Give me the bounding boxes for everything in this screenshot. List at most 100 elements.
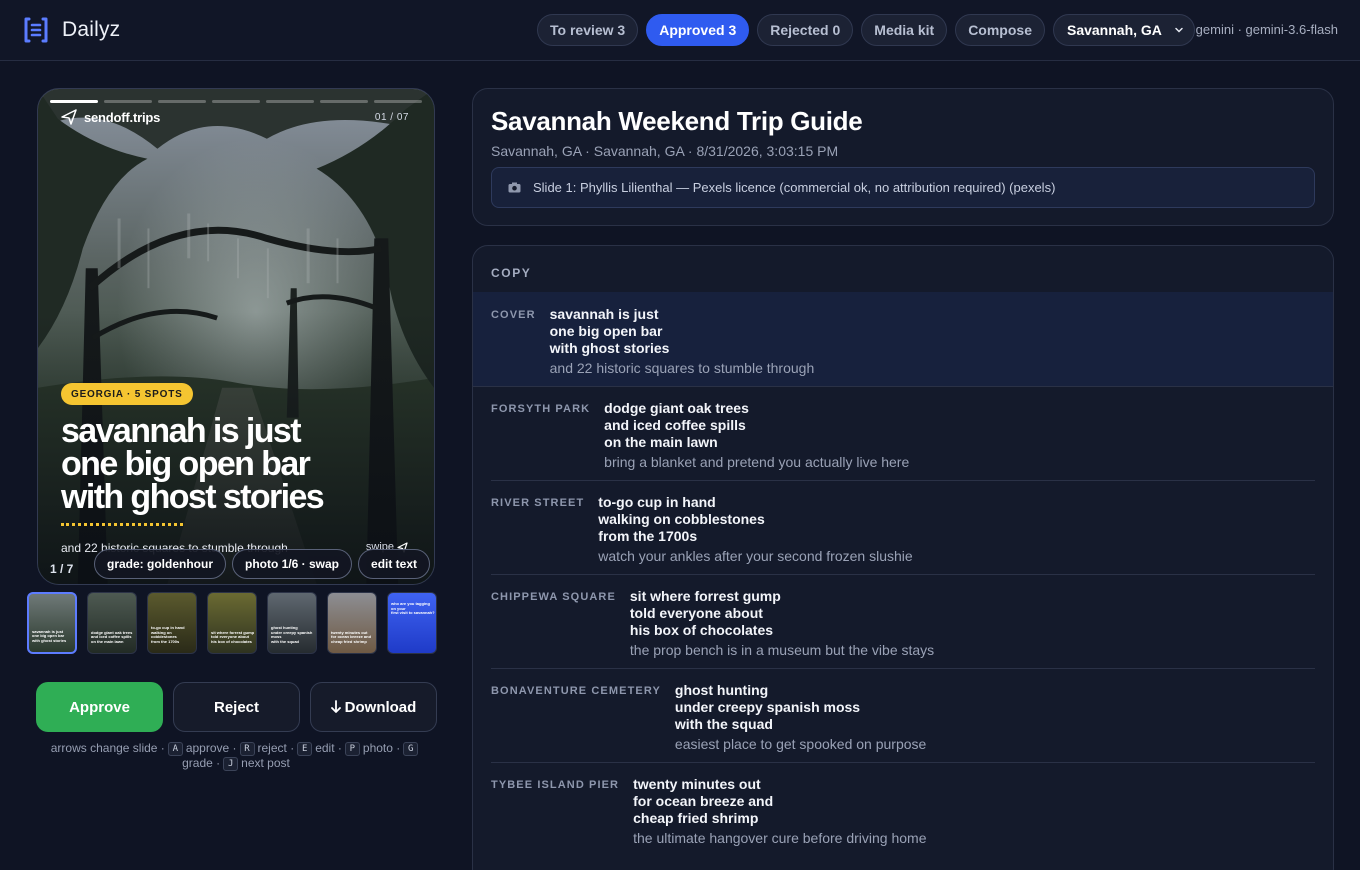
reject-button[interactable]: Reject [173, 682, 300, 732]
edit-text-chip[interactable]: edit text [358, 549, 431, 579]
copy-line: cheap fried shrimp [633, 810, 759, 826]
key-g: G [403, 741, 419, 756]
keyboard-hints: arrows change slide · Aapprove · Rreject ·… [36, 741, 436, 771]
slide-headline: savannah is just one big open bar with g… [61, 412, 411, 516]
tab-to-review[interactable]: To review 3 [537, 14, 639, 46]
approve-button[interactable]: Approve [36, 682, 163, 732]
headline-line: one big open bar [61, 445, 311, 483]
copy-section-label: COPY [491, 266, 532, 280]
copy-line: one big open bar [549, 323, 663, 339]
key-j: J [223, 756, 239, 771]
location-tag: GEORGIA · 5 SPOTS [61, 383, 193, 405]
tab-compose[interactable]: Compose [955, 14, 1045, 46]
copy-line: for ocean breeze and [633, 793, 774, 809]
location-select[interactable]: Savannah, GA [1052, 14, 1195, 46]
copy-subline: the ultimate hangover cure before drivin… [633, 830, 927, 846]
key-p: P [344, 741, 360, 756]
download-button[interactable]: Download [310, 682, 437, 732]
dotted-divider [61, 523, 183, 526]
copy-line: on the main lawn [604, 434, 718, 450]
post-title: Savannah Weekend Trip Guide [491, 106, 863, 136]
thumbnail-text: sit where forrest gump told everyone abou… [211, 629, 255, 644]
slide-controls: grade: goldenhour photo 1/6 · swap edit … [94, 549, 431, 579]
progress-segment [158, 100, 206, 103]
copy-subline: easiest place to get spooked on purpose [674, 736, 927, 752]
photo-swap-chip[interactable]: photo 1/6 · swap [232, 549, 353, 579]
chevron-down-icon [1175, 27, 1183, 33]
progress-segment [374, 100, 422, 103]
copy-line: told everyone about [629, 605, 763, 621]
review-actions: Approve Reject Download [36, 682, 437, 732]
account-handle: sendoff.trips [60, 108, 160, 126]
grade-chip[interactable]: grade: goldenhour [94, 549, 226, 579]
thumbnail-slide-3[interactable]: to-go cup in hand walking on cobblestones… [147, 592, 197, 654]
copy-row-label: TYBEE ISLAND PIER [491, 779, 620, 791]
top-bar: Dailyz To review 3 Approved 3 Rejected 0… [0, 0, 1360, 61]
slide-preview[interactable]: sendoff.trips 01 / 07 GEORGIA · 5 SPOTS … [37, 88, 435, 585]
copy-row-cover[interactable]: COVER savannah is just one big open bar … [473, 292, 1333, 386]
location-select-value: Savannah, GA [1066, 22, 1162, 38]
hint-text: edit · [315, 741, 342, 755]
post-header-card: Savannah Weekend Trip Guide Savannah, GA… [472, 88, 1334, 226]
copy-subline: bring a blanket and pretend you actually… [604, 454, 910, 470]
copy-line: and iced coffee spills [604, 417, 746, 433]
copy-line: savannah is just [549, 306, 659, 322]
hint-text: reject · [257, 741, 295, 755]
copy-card: COPY COVER savannah is just one big open… [472, 245, 1334, 870]
copy-row-label: COVER [491, 309, 536, 321]
thumbnail-slide-6[interactable]: twenty minutes out for ocean breeze and ch… [327, 592, 377, 654]
copy-row-forsyth-park[interactable]: FORSYTH PARK dodge giant oak trees and i… [473, 386, 1333, 480]
copy-row-label: BONAVENTURE CEMETERY [491, 685, 661, 697]
copy-row-tybee-island-pier[interactable]: TYBEE ISLAND PIER twenty minutes out for… [473, 762, 1333, 856]
copy-subline: and 22 historic squares to stumble throu… [549, 360, 815, 376]
slide-index: 1 / 7 [50, 562, 74, 576]
copy-row-label: RIVER STREET [491, 497, 585, 509]
copy-row-text: dodge giant oak trees and iced coffee sp… [604, 400, 909, 480]
slide-progress-bar [50, 100, 422, 103]
copy-row-label: FORSYTH PARK [491, 403, 591, 415]
download-arrow-icon [330, 700, 341, 713]
progress-segment [104, 100, 152, 103]
copy-subline: the prop bench is in a museum but the vi… [629, 642, 935, 658]
copy-row-text: to-go cup in hand walking on cobblestone… [598, 494, 912, 574]
headline-line: savannah is just [61, 412, 302, 450]
handle-text: sendoff.trips [84, 109, 161, 125]
thumbnail-text: who are you tagging on your first visit t… [391, 601, 435, 615]
progress-segment [212, 100, 260, 103]
thumbnail-slide-7[interactable]: who are you tagging on your first visit t… [387, 592, 437, 654]
main-nav: To review 3 Approved 3 Rejected 0 Media … [537, 14, 1195, 46]
copy-line: walking on cobblestones [598, 511, 765, 527]
copy-row-bonaventure-cemetery[interactable]: BONAVENTURE CEMETERY ghost hunting under… [473, 668, 1333, 762]
thumbnail-text: to-go cup in hand walking on cobblestones… [151, 625, 185, 644]
headline-line: with ghost stories [61, 478, 325, 516]
progress-segment [50, 100, 98, 103]
tab-rejected[interactable]: Rejected 0 [757, 14, 854, 46]
thumbnail-slide-4[interactable]: sit where forrest gump told everyone abou… [207, 592, 257, 654]
tab-media-kit[interactable]: Media kit [861, 14, 948, 46]
copy-row-text: twenty minutes out for ocean breeze and … [633, 776, 926, 856]
slide-thumbnails: savannah is just one big open bar with gho… [27, 592, 437, 654]
thumbnail-slide-1[interactable]: savannah is just one big open bar with gho… [27, 592, 77, 654]
thumbnail-slide-2[interactable]: dodge giant oak trees and iced coffee spi… [87, 592, 137, 654]
hint-text: approve · [185, 741, 237, 755]
thumbnail-text: savannah is just one big open bar with gho… [32, 628, 67, 643]
hint-text: arrows change slide · [50, 741, 165, 755]
thumbnail-slide-5[interactable]: ghost hunting under creepy spanish moss wi… [267, 592, 317, 654]
post-meta: Savannah, GA · Savannah, GA · 8/31/2026,… [491, 143, 839, 159]
copy-row-river-street[interactable]: RIVER STREET to-go cup in hand walking o… [473, 480, 1333, 574]
copy-line: dodge giant oak trees [604, 400, 749, 416]
app-name: Dailyz [62, 18, 121, 41]
hint-text: grade · [182, 756, 221, 770]
copy-row-text: savannah is just one big open bar with g… [550, 306, 815, 386]
thumbnail-text: twenty minutes out for ocean breeze and ch… [331, 629, 372, 644]
copy-line: sit where forrest gump [629, 588, 781, 604]
copy-line: under creepy spanish moss [674, 699, 861, 715]
copy-line: ghost hunting [674, 682, 769, 698]
copy-line: with ghost stories [549, 340, 670, 356]
model-label: gemini · gemini-3.6-flash [1195, 22, 1338, 37]
tab-approved[interactable]: Approved 3 [646, 14, 750, 46]
copy-row-text: ghost hunting under creepy spanish moss … [675, 682, 926, 762]
brand[interactable]: Dailyz [22, 16, 120, 44]
thumbnail-text: dodge giant oak trees and iced coffee spi… [91, 629, 133, 644]
copy-row-chippewa-square[interactable]: CHIPPEWA SQUARE sit where forrest gump t… [473, 574, 1333, 668]
